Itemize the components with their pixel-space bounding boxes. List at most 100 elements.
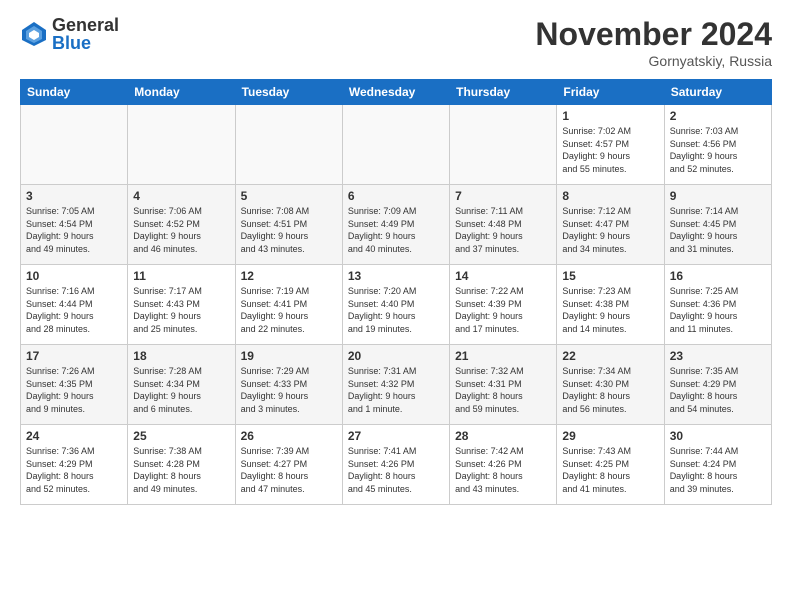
calendar-cell <box>235 105 342 185</box>
day-number: 20 <box>348 349 444 363</box>
calendar-cell: 15Sunrise: 7:23 AM Sunset: 4:38 PM Dayli… <box>557 265 664 345</box>
day-info: Sunrise: 7:12 AM Sunset: 4:47 PM Dayligh… <box>562 205 658 255</box>
day-info: Sunrise: 7:44 AM Sunset: 4:24 PM Dayligh… <box>670 445 766 495</box>
calendar-cell: 21 Sunrise: 7:32 AM Sunset: 4:31 PM Dayli… <box>450 345 557 425</box>
calendar-cell: 20Sunrise: 7:31 AM Sunset: 4:32 PM Dayli… <box>342 345 449 425</box>
day-number: 11 <box>133 269 229 283</box>
day-number: 14 <box>455 269 551 283</box>
calendar-cell: 17Sunrise: 7:26 AM Sunset: 4:35 PM Dayli… <box>21 345 128 425</box>
page: General Blue November 2024 Gornyatskiy, … <box>0 0 792 612</box>
calendar-cell: 26 Sunrise: 7:39 AM Sunset: 4:27 PM Dayli… <box>235 425 342 505</box>
calendar-cell: 5 Sunrise: 7:08 AM Sunset: 4:51 PM Daylig… <box>235 185 342 265</box>
calendar-week-2: 10 Sunrise: 7:16 AM Sunset: 4:44 PM Dayli… <box>21 265 772 345</box>
day-number: 29 <box>562 429 658 443</box>
calendar-week-1: 3Sunrise: 7:05 AM Sunset: 4:54 PM Daylig… <box>21 185 772 265</box>
day-number: 23 <box>670 349 766 363</box>
title-block: November 2024 Gornyatskiy, Russia <box>535 16 772 69</box>
day-info: Sunrise: 7:32 AM Sunset: 4:31 PM Dayligh… <box>455 365 551 415</box>
day-number: 2 <box>670 109 766 123</box>
calendar: SundayMondayTuesdayWednesdayThursdayFrid… <box>20 79 772 505</box>
calendar-cell: 10 Sunrise: 7:16 AM Sunset: 4:44 PM Dayli… <box>21 265 128 345</box>
logo-blue: Blue <box>52 34 119 52</box>
day-info: Sunrise: 7:42 AM Sunset: 4:26 PM Dayligh… <box>455 445 551 495</box>
day-header-saturday: Saturday <box>664 80 771 105</box>
day-number: 5 <box>241 189 337 203</box>
day-number: 13 <box>348 269 444 283</box>
day-number: 21 <box>455 349 551 363</box>
day-info: Sunrise: 7:25 AM Sunset: 4:36 PM Dayligh… <box>670 285 766 335</box>
day-info: Sunrise: 7:35 AM Sunset: 4:29 PM Dayligh… <box>670 365 766 415</box>
calendar-cell: 30 Sunrise: 7:44 AM Sunset: 4:24 PM Dayli… <box>664 425 771 505</box>
day-info: Sunrise: 7:02 AM Sunset: 4:57 PM Dayligh… <box>562 125 658 175</box>
day-number: 1 <box>562 109 658 123</box>
day-header-wednesday: Wednesday <box>342 80 449 105</box>
day-header-friday: Friday <box>557 80 664 105</box>
calendar-cell: 1 Sunrise: 7:02 AM Sunset: 4:57 PM Daylig… <box>557 105 664 185</box>
calendar-week-4: 24Sunrise: 7:36 AM Sunset: 4:29 PM Dayli… <box>21 425 772 505</box>
day-info: Sunrise: 7:28 AM Sunset: 4:34 PM Dayligh… <box>133 365 229 415</box>
calendar-cell: 22Sunrise: 7:34 AM Sunset: 4:30 PM Dayli… <box>557 345 664 425</box>
calendar-week-3: 17Sunrise: 7:26 AM Sunset: 4:35 PM Dayli… <box>21 345 772 425</box>
calendar-header-row: SundayMondayTuesdayWednesdayThursdayFrid… <box>21 80 772 105</box>
day-info: Sunrise: 7:14 AM Sunset: 4:45 PM Dayligh… <box>670 205 766 255</box>
calendar-cell <box>128 105 235 185</box>
day-number: 9 <box>670 189 766 203</box>
calendar-cell: 14Sunrise: 7:22 AM Sunset: 4:39 PM Dayli… <box>450 265 557 345</box>
day-number: 22 <box>562 349 658 363</box>
day-number: 4 <box>133 189 229 203</box>
day-number: 27 <box>348 429 444 443</box>
day-number: 12 <box>241 269 337 283</box>
day-number: 6 <box>348 189 444 203</box>
day-header-thursday: Thursday <box>450 80 557 105</box>
calendar-cell: 29 Sunrise: 7:43 AM Sunset: 4:25 PM Dayli… <box>557 425 664 505</box>
day-number: 16 <box>670 269 766 283</box>
day-info: Sunrise: 7:26 AM Sunset: 4:35 PM Dayligh… <box>26 365 122 415</box>
day-number: 7 <box>455 189 551 203</box>
month-title: November 2024 <box>535 16 772 53</box>
header: General Blue November 2024 Gornyatskiy, … <box>20 16 772 69</box>
day-info: Sunrise: 7:39 AM Sunset: 4:27 PM Dayligh… <box>241 445 337 495</box>
calendar-cell: 25Sunrise: 7:38 AM Sunset: 4:28 PM Dayli… <box>128 425 235 505</box>
day-number: 15 <box>562 269 658 283</box>
calendar-cell: 18 Sunrise: 7:28 AM Sunset: 4:34 PM Dayli… <box>128 345 235 425</box>
day-info: Sunrise: 7:29 AM Sunset: 4:33 PM Dayligh… <box>241 365 337 415</box>
calendar-cell: 2 Sunrise: 7:03 AM Sunset: 4:56 PM Daylig… <box>664 105 771 185</box>
day-header-tuesday: Tuesday <box>235 80 342 105</box>
day-header-monday: Monday <box>128 80 235 105</box>
calendar-cell: 7 Sunrise: 7:11 AM Sunset: 4:48 PM Daylig… <box>450 185 557 265</box>
calendar-cell: 8 Sunrise: 7:12 AM Sunset: 4:47 PM Daylig… <box>557 185 664 265</box>
day-number: 19 <box>241 349 337 363</box>
day-info: Sunrise: 7:43 AM Sunset: 4:25 PM Dayligh… <box>562 445 658 495</box>
calendar-cell: 19 Sunrise: 7:29 AM Sunset: 4:33 PM Dayli… <box>235 345 342 425</box>
day-info: Sunrise: 7:11 AM Sunset: 4:48 PM Dayligh… <box>455 205 551 255</box>
calendar-cell: 23 Sunrise: 7:35 AM Sunset: 4:29 PM Dayli… <box>664 345 771 425</box>
day-number: 24 <box>26 429 122 443</box>
day-info: Sunrise: 7:20 AM Sunset: 4:40 PM Dayligh… <box>348 285 444 335</box>
day-info: Sunrise: 7:41 AM Sunset: 4:26 PM Dayligh… <box>348 445 444 495</box>
day-info: Sunrise: 7:19 AM Sunset: 4:41 PM Dayligh… <box>241 285 337 335</box>
day-number: 18 <box>133 349 229 363</box>
day-info: Sunrise: 7:38 AM Sunset: 4:28 PM Dayligh… <box>133 445 229 495</box>
logo-text: General Blue <box>52 16 119 52</box>
location: Gornyatskiy, Russia <box>535 53 772 69</box>
calendar-cell: 9 Sunrise: 7:14 AM Sunset: 4:45 PM Daylig… <box>664 185 771 265</box>
day-info: Sunrise: 7:08 AM Sunset: 4:51 PM Dayligh… <box>241 205 337 255</box>
calendar-cell: 11 Sunrise: 7:17 AM Sunset: 4:43 PM Dayli… <box>128 265 235 345</box>
calendar-cell: 16 Sunrise: 7:25 AM Sunset: 4:36 PM Dayli… <box>664 265 771 345</box>
logo-general: General <box>52 16 119 34</box>
day-info: Sunrise: 7:17 AM Sunset: 4:43 PM Dayligh… <box>133 285 229 335</box>
day-info: Sunrise: 7:03 AM Sunset: 4:56 PM Dayligh… <box>670 125 766 175</box>
day-number: 28 <box>455 429 551 443</box>
calendar-cell <box>342 105 449 185</box>
day-number: 26 <box>241 429 337 443</box>
calendar-cell: 28 Sunrise: 7:42 AM Sunset: 4:26 PM Dayli… <box>450 425 557 505</box>
day-number: 10 <box>26 269 122 283</box>
day-number: 8 <box>562 189 658 203</box>
day-info: Sunrise: 7:16 AM Sunset: 4:44 PM Dayligh… <box>26 285 122 335</box>
day-info: Sunrise: 7:09 AM Sunset: 4:49 PM Dayligh… <box>348 205 444 255</box>
day-number: 3 <box>26 189 122 203</box>
calendar-cell: 27 Sunrise: 7:41 AM Sunset: 4:26 PM Dayli… <box>342 425 449 505</box>
day-number: 30 <box>670 429 766 443</box>
calendar-cell: 3Sunrise: 7:05 AM Sunset: 4:54 PM Daylig… <box>21 185 128 265</box>
calendar-cell: 4Sunrise: 7:06 AM Sunset: 4:52 PM Daylig… <box>128 185 235 265</box>
